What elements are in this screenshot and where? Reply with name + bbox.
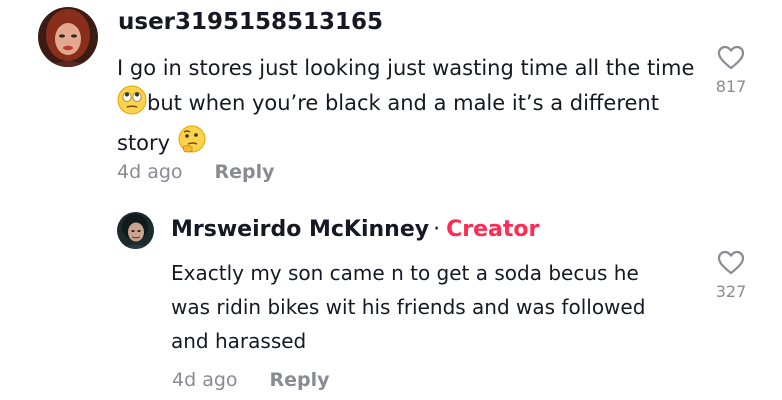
comment-line: I go in stores just looking just wasting… <box>117 56 695 80</box>
like-count: 817 <box>715 77 747 96</box>
comment-thread: user3195158513165 I go in stores just lo… <box>0 0 782 400</box>
comment-line-text: story <box>117 131 171 155</box>
creator-badge: Creator <box>446 217 540 242</box>
comment-meta: 4d ago Reply <box>172 369 330 391</box>
face-with-rolling-eyes-emoji <box>117 85 147 125</box>
comment-line-with-emoji: but when you’re black and a male it’s a … <box>117 85 697 125</box>
comment-text: Exactly my son came n to get a soda becu… <box>171 256 691 358</box>
comment-username[interactable]: user3195158513165 <box>118 9 383 35</box>
comment-meta: 4d ago Reply <box>117 161 275 183</box>
reply-author-line: Mrsweirdo McKinney · Creator <box>171 217 539 242</box>
avatar[interactable] <box>38 7 98 67</box>
like-count: 327 <box>715 282 747 301</box>
like-button[interactable]: 327 <box>707 250 755 301</box>
reply-button[interactable]: Reply <box>215 161 275 183</box>
heart-outline-icon <box>717 250 745 275</box>
comment-line-with-emoji: story <box>117 125 697 165</box>
avatar[interactable] <box>117 212 154 249</box>
comment-line: and harassed <box>171 329 307 353</box>
reply-button[interactable]: Reply <box>270 369 330 391</box>
separator-dot: · <box>433 217 441 242</box>
comment-text: I go in stores just looking just wasting… <box>117 51 697 165</box>
comment-line: was ridin bikes wit his friends and was … <box>171 295 646 319</box>
comment-timestamp: 4d ago <box>117 161 183 183</box>
comment-username[interactable]: Mrsweirdo McKinney <box>171 217 429 242</box>
like-button[interactable]: 817 <box>707 45 755 96</box>
avatar-image <box>117 212 154 249</box>
thinking-face-emoji <box>177 125 207 165</box>
comment-timestamp: 4d ago <box>172 369 238 391</box>
comment-line-text: but when you’re black and a male it’s a … <box>147 91 659 115</box>
avatar-image <box>38 7 98 67</box>
heart-outline-icon <box>717 45 745 70</box>
comment-line: Exactly my son came n to get a soda becu… <box>171 261 639 285</box>
